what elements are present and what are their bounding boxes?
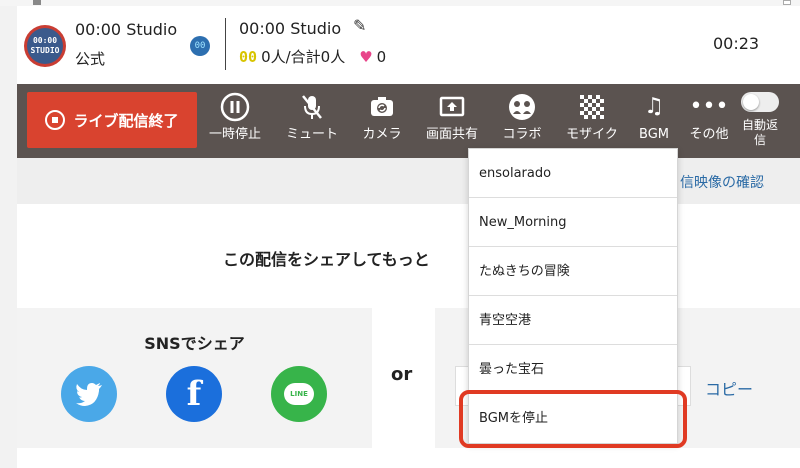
viewer-count: 0人/合計0人 — [261, 48, 346, 66]
channel-subtitle: 公式 — [75, 50, 106, 68]
mic-off-icon — [280, 92, 344, 122]
facebook-share-button[interactable]: f — [166, 366, 222, 422]
twitter-bird-icon — [76, 383, 102, 406]
twitter-share-button[interactable] — [61, 366, 117, 422]
or-separator: or — [391, 364, 413, 385]
stream-toolbar: ライブ配信終了 一時停止 ミュート カメラ 画面共有 コラボ モザイク ♫ BG… — [17, 84, 800, 158]
line-logo-icon: LINE — [284, 383, 314, 405]
line-share-button[interactable]: LINE — [271, 366, 327, 422]
camera-switch-icon — [350, 92, 414, 122]
more-label: その他 — [689, 127, 729, 142]
camera-button[interactable]: カメラ — [350, 92, 414, 152]
mute-button[interactable]: ミュート — [280, 92, 344, 152]
bgm-item-cloudy-gem[interactable]: 曇った宝石 — [469, 345, 677, 394]
collab-icon — [490, 92, 554, 122]
logo-text-time: 00:00 — [32, 36, 58, 45]
bgm-item-tanukichi[interactable]: たぬきちの冒険 — [469, 247, 677, 296]
facebook-f-icon: f — [186, 374, 202, 414]
pause-label: 一時停止 — [208, 127, 261, 142]
mosaic-button[interactable]: モザイク — [560, 92, 624, 152]
end-live-button[interactable]: ライブ配信終了 — [27, 92, 197, 148]
viewer-icon: 00 — [239, 48, 258, 66]
bgm-item-new-morning[interactable]: New_Morning — [469, 198, 677, 247]
edit-title-pencil-icon[interactable]: ✎ — [353, 16, 366, 35]
bgm-item-aozora-airport[interactable]: 青空空港 — [469, 296, 677, 345]
screen-share-button[interactable]: 画面共有 — [420, 92, 484, 152]
channel-name: 00:00 Studio — [75, 20, 178, 39]
window-control-right[interactable] — [783, 0, 791, 5]
collab-button[interactable]: コラボ — [490, 92, 554, 152]
sns-share-box: SNSでシェア f LINE — [17, 308, 372, 448]
pause-button[interactable]: 一時停止 — [203, 92, 267, 152]
sns-share-title: SNSでシェア — [144, 334, 245, 353]
end-live-label: ライブ配信終了 — [73, 111, 179, 130]
screen-share-icon — [420, 92, 484, 122]
more-icon: ••• — [689, 94, 729, 119]
stop-icon — [45, 110, 66, 130]
auto-reply-label: 自動返信 — [741, 118, 778, 147]
share-prompt: この配信をシェアしてもっと — [223, 250, 430, 269]
channel-logo[interactable]: 00:00 STUDIO — [27, 28, 63, 64]
viewer-stats: 00 0人/合計0人 ♥ 0 — [239, 46, 386, 67]
heart-icon: ♥ — [359, 48, 373, 66]
stop-bgm-highlight — [459, 390, 687, 448]
stream-title: 00:00 Studio — [239, 19, 342, 38]
camera-label: カメラ — [362, 127, 402, 142]
copy-url-button[interactable]: コピー — [705, 376, 753, 400]
toggle-knob — [743, 94, 759, 110]
mosaic-label: モザイク — [566, 127, 618, 142]
stream-header: 00:00 STUDIO 00:00 Studio 公式 00 00:00 St… — [17, 6, 800, 84]
mosaic-icon — [560, 92, 624, 122]
like-count: 0 — [376, 48, 387, 66]
auto-reply-toggle[interactable] — [741, 92, 779, 112]
bgm-item-ensolarado[interactable]: ensolarado — [469, 149, 677, 198]
confirm-video-link[interactable]: 信映像の確認 — [680, 172, 764, 192]
header-divider — [225, 18, 226, 70]
collab-label: コラボ — [502, 127, 542, 142]
window-control[interactable] — [33, 0, 41, 5]
more-button[interactable]: ••• その他 — [677, 92, 741, 152]
mute-label: ミュート — [285, 127, 338, 142]
channel-badge-icon: 00 — [190, 36, 210, 56]
logo-text-studio: STUDIO — [30, 46, 60, 55]
pause-icon — [203, 92, 267, 122]
screen-share-label: 画面共有 — [425, 127, 478, 142]
elapsed-timer: 00:23 — [713, 34, 760, 53]
preview-subbar: 信映像の確認 — [17, 158, 800, 204]
